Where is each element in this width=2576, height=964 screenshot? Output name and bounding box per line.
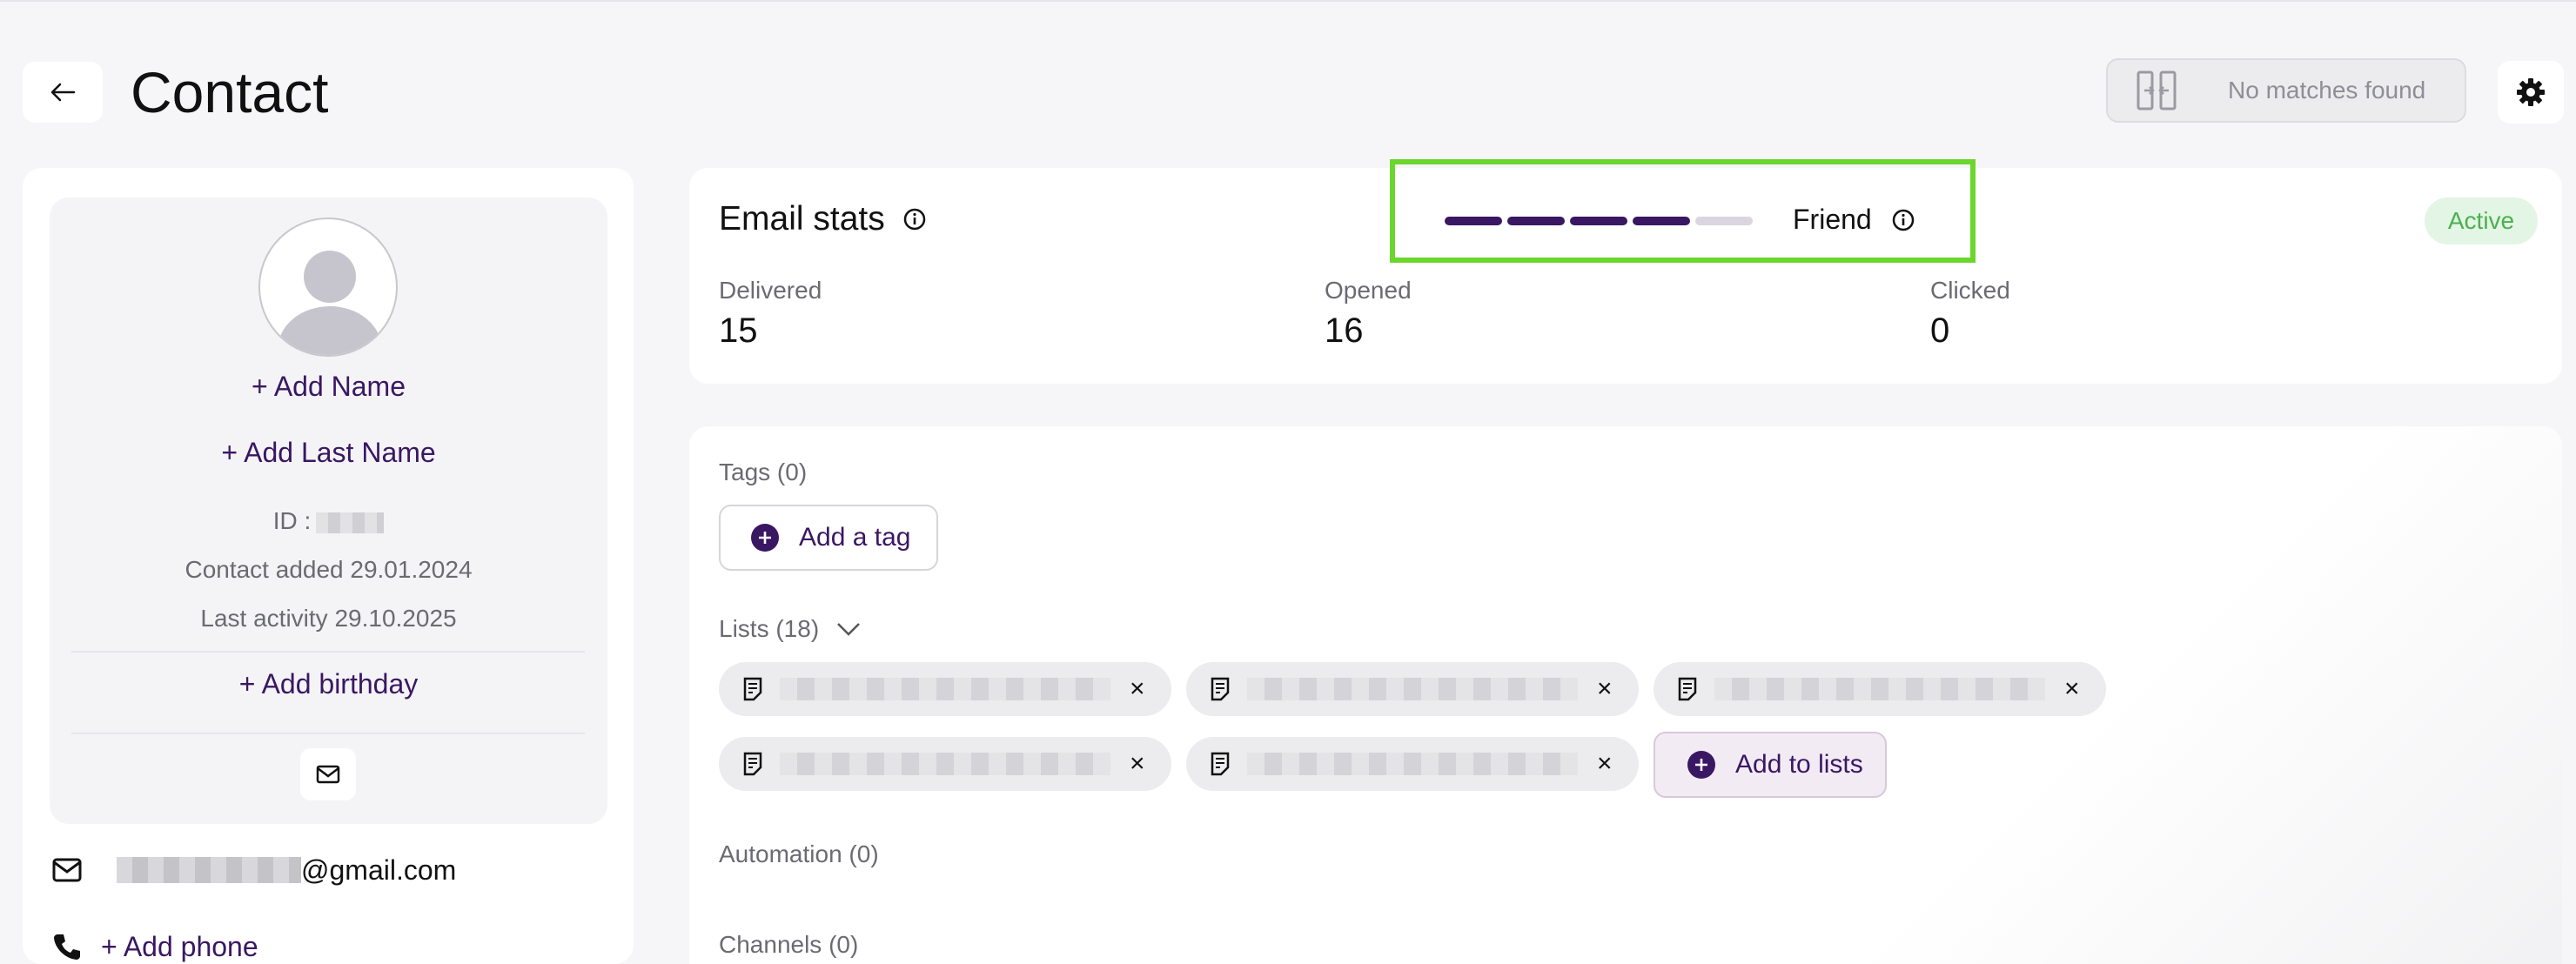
contact-id-redacted xyxy=(316,512,385,533)
phone-icon xyxy=(54,934,80,960)
add-birthday-link[interactable]: + Add birthday xyxy=(50,668,607,700)
engagement-segment xyxy=(1507,217,1565,225)
chevron-down-icon xyxy=(837,623,861,636)
remove-list-button[interactable]: × xyxy=(1597,674,1613,704)
add-name-link[interactable]: + Add Name xyxy=(50,371,607,403)
email-value: @gmail.com xyxy=(301,854,457,886)
phone-row[interactable]: + Add phone xyxy=(52,927,258,964)
info-icon[interactable] xyxy=(1891,208,1915,232)
top-border xyxy=(0,0,2576,2)
clicked-value: 0 xyxy=(1930,311,1950,350)
list-chip: × xyxy=(1654,662,2106,716)
engagement-segment xyxy=(1445,217,1502,225)
contact-added-date: Contact added 29.01.2024 xyxy=(184,556,473,583)
add-last-name-link[interactable]: + Add Last Name xyxy=(50,437,607,469)
contact-id: ID : xyxy=(50,507,607,535)
list-chip: × xyxy=(1186,662,1639,716)
clicked-label: Clicked xyxy=(1930,277,2010,304)
document-icon xyxy=(743,677,762,701)
remove-list-button[interactable]: × xyxy=(1130,749,1145,779)
add-phone-link[interactable]: + Add phone xyxy=(101,931,258,963)
info-icon[interactable] xyxy=(902,207,927,231)
tags-label: Tags (0) xyxy=(719,459,808,485)
back-button[interactable] xyxy=(23,62,103,123)
last-activity-date: Last activity 29.10.2025 xyxy=(200,605,457,632)
list-chip: × xyxy=(719,737,1171,791)
delivered-value: 15 xyxy=(719,311,758,350)
add-tag-button[interactable]: Add a tag xyxy=(719,505,938,571)
email-redacted xyxy=(117,857,301,883)
lists-label: Lists (18) xyxy=(719,615,820,642)
settings-button[interactable] xyxy=(2498,61,2564,124)
status-badge: Active xyxy=(2425,197,2538,244)
gear-icon xyxy=(2517,78,2545,106)
engagement-segment xyxy=(1570,217,1627,225)
email-row[interactable]: @gmail.com xyxy=(52,851,456,889)
envelope-icon xyxy=(316,765,340,784)
document-icon xyxy=(1211,677,1230,701)
engagement-level: Friend xyxy=(1793,204,1872,235)
list-chip: × xyxy=(1186,737,1639,791)
contact-id-label: ID : xyxy=(272,507,312,534)
list-name-redacted xyxy=(780,753,1110,775)
user-icon xyxy=(278,251,382,355)
automation-label: Automation (0) xyxy=(719,840,879,867)
avatar[interactable] xyxy=(258,218,398,357)
matches-indicator: No matches found xyxy=(2106,58,2466,123)
delivered-label: Delivered xyxy=(719,277,822,304)
engagement-label: Friend xyxy=(1793,204,1915,236)
list-name-redacted xyxy=(1714,678,2045,700)
matches-text: No matches found xyxy=(2228,77,2426,104)
lists-toggle[interactable]: Lists (18) xyxy=(719,615,861,643)
document-icon xyxy=(743,752,762,776)
channels-label: Channels (0) xyxy=(719,931,859,958)
divider xyxy=(71,651,585,653)
remove-list-button[interactable]: × xyxy=(1130,674,1145,704)
divider xyxy=(71,733,585,734)
email-stats-title: Email stats xyxy=(719,200,927,238)
remove-list-button[interactable]: × xyxy=(1597,749,1613,779)
page-title: Contact xyxy=(131,60,329,124)
add-to-lists-label: Add to lists xyxy=(1735,750,1863,779)
email-stats-title-text: Email stats xyxy=(719,200,885,238)
list-chip: × xyxy=(719,662,1171,716)
plus-circle-icon xyxy=(751,524,779,552)
envelope-icon xyxy=(52,858,82,882)
opened-label: Opened xyxy=(1325,277,1412,304)
remove-list-button[interactable]: × xyxy=(2064,674,2080,704)
email-button[interactable] xyxy=(300,748,356,800)
list-name-redacted xyxy=(780,678,1110,700)
engagement-segment xyxy=(1633,217,1690,225)
add-tag-label: Add a tag xyxy=(799,523,911,552)
document-icon xyxy=(1678,677,1697,701)
arrow-left-icon xyxy=(50,83,76,102)
plus-circle-icon xyxy=(1687,751,1715,779)
list-name-redacted xyxy=(1247,678,1578,700)
opened-value: 16 xyxy=(1325,311,1364,350)
list-name-redacted xyxy=(1247,753,1578,775)
document-icon xyxy=(1211,752,1230,776)
merge-icon xyxy=(2137,70,2177,110)
add-to-lists-button[interactable]: Add to lists xyxy=(1654,732,1887,798)
engagement-segment xyxy=(1695,217,1753,225)
